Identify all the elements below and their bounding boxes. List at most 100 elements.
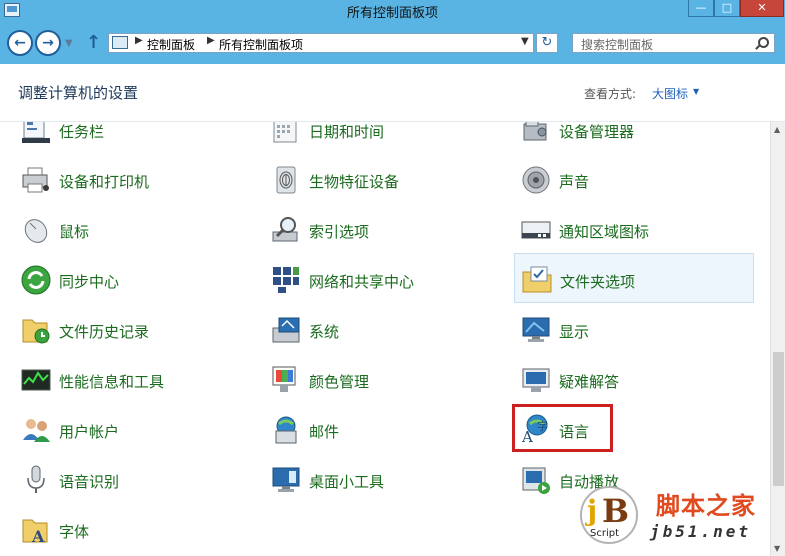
gadgets-icon xyxy=(272,467,300,492)
item-taskbar[interactable]: 任务栏 xyxy=(14,122,254,154)
item-label: 性能信息和工具 xyxy=(59,373,165,391)
item-color-management[interactable]: 颜色管理 xyxy=(264,358,504,404)
view-by-dropdown[interactable]: 大图标 xyxy=(652,85,688,102)
system-icon xyxy=(272,317,300,343)
item-label: 语音识别 xyxy=(59,473,120,491)
taskbar-icon xyxy=(22,122,50,143)
forward-button[interactable]: → xyxy=(35,30,61,56)
scroll-up-icon[interactable]: ▲ xyxy=(774,125,780,134)
item-sync-center[interactable]: 同步中心 xyxy=(14,258,254,304)
mail-icon xyxy=(275,416,297,444)
search-placeholder: 搜索控制面板 xyxy=(581,38,654,52)
item-date-time[interactable]: 日期和时间 xyxy=(264,122,504,154)
item-label: 网络和共享中心 xyxy=(309,273,415,291)
item-label: 通知区域图标 xyxy=(559,223,650,241)
up-button[interactable]: ↑ xyxy=(86,32,101,53)
fingerprint-icon xyxy=(276,166,296,194)
refresh-button[interactable]: ↻ xyxy=(536,33,558,53)
item-label: 疑难解答 xyxy=(559,373,620,391)
microphone-icon xyxy=(27,465,45,493)
maximize-icon: □ xyxy=(721,1,733,14)
item-label: 字体 xyxy=(59,523,90,541)
notification-area-icon xyxy=(521,221,551,239)
scrollbar-thumb[interactable] xyxy=(773,352,784,486)
breadcrumb-separator-icon[interactable]: ▶ xyxy=(207,35,215,46)
search-input[interactable]: 搜索控制面板 xyxy=(572,33,775,53)
item-user-accounts[interactable]: 用户帐户 xyxy=(14,408,254,454)
title-bar: 所有控制面板项 — □ ✕ xyxy=(0,0,785,22)
mouse-icon xyxy=(24,219,48,243)
search-icon[interactable] xyxy=(758,37,769,48)
refresh-icon: ↻ xyxy=(541,35,553,50)
sync-icon xyxy=(21,265,51,295)
svg-text:A: A xyxy=(521,428,533,444)
item-label: 同步中心 xyxy=(59,273,120,291)
close-button[interactable]: ✕ xyxy=(740,0,784,17)
font-icon: A xyxy=(22,519,48,546)
breadcrumb-separator-icon[interactable]: ▶ xyxy=(135,35,143,46)
arrow-right-icon: → xyxy=(42,35,54,51)
item-file-history[interactable]: 文件历史记录 xyxy=(14,308,254,354)
content-header: 调整计算机的设置 查看方式: 大图标 ▼ xyxy=(0,64,785,122)
svg-text:A: A xyxy=(31,527,45,546)
item-label: 生物特征设备 xyxy=(309,173,400,191)
window-title: 所有控制面板项 xyxy=(346,6,438,21)
item-device-manager[interactable]: 设备管理器 xyxy=(514,122,754,154)
item-label: 颜色管理 xyxy=(309,373,370,391)
breadcrumb-all-items[interactable]: 所有控制面板项 xyxy=(219,36,303,53)
item-label: 任务栏 xyxy=(59,123,105,141)
item-biometric-devices[interactable]: 生物特征设备 xyxy=(264,158,504,204)
item-label: 语言 xyxy=(559,423,590,441)
item-label: 日期和时间 xyxy=(309,123,385,141)
item-indexing-options[interactable]: 索引选项 xyxy=(264,208,504,254)
device-manager-icon xyxy=(523,122,547,141)
item-label: 声音 xyxy=(559,173,590,191)
caret-down-icon[interactable]: ▼ xyxy=(693,87,699,96)
recent-pages-dropdown[interactable]: ▼ xyxy=(65,38,73,49)
site-watermark: j B Script 脚本之家 jb51.net xyxy=(574,480,780,552)
color-management-icon xyxy=(272,366,296,392)
autoplay-icon xyxy=(522,467,550,494)
item-desktop-gadgets[interactable]: 桌面小工具 xyxy=(264,458,504,504)
item-label: 显示 xyxy=(559,323,590,341)
arrow-left-icon: ← xyxy=(14,35,26,51)
item-fonts[interactable]: A 字体 xyxy=(14,508,254,554)
item-sound[interactable]: 声音 xyxy=(514,158,754,204)
item-language[interactable]: A 字 语言 xyxy=(512,404,613,452)
file-history-icon xyxy=(22,319,50,344)
item-label: 索引选项 xyxy=(309,223,370,241)
item-folder-options[interactable]: 文件夹选项 xyxy=(514,253,754,303)
item-mail[interactable]: 邮件 xyxy=(264,408,504,454)
item-label: 用户帐户 xyxy=(59,423,120,441)
address-dropdown-icon[interactable]: ▼ xyxy=(521,36,529,47)
index-search-icon xyxy=(272,217,298,242)
item-network-sharing-center[interactable]: 网络和共享中心 xyxy=(264,258,504,304)
item-label: 邮件 xyxy=(309,423,340,441)
item-troubleshooting[interactable]: 疑难解答 xyxy=(514,358,754,404)
watermark-url: jb51.net xyxy=(650,522,752,541)
performance-icon xyxy=(21,369,51,391)
calendar-clock-icon xyxy=(273,122,297,143)
close-icon: ✕ xyxy=(757,1,767,14)
navigation-bar: ← → ▼ ↑ ▶ 控制面板 ▶ 所有控制面板项 ▼ ↻ 搜索控制面板 xyxy=(0,22,785,64)
item-display[interactable]: 显示 xyxy=(514,308,754,354)
watermark-site-name: 脚本之家 xyxy=(656,491,756,520)
item-label: 系统 xyxy=(309,323,340,341)
maximize-button[interactable]: □ xyxy=(714,0,740,17)
item-label: 文件历史记录 xyxy=(59,323,150,341)
breadcrumb-control-panel[interactable]: 控制面板 xyxy=(147,36,195,53)
item-speech-recognition[interactable]: 语音识别 xyxy=(14,458,254,504)
item-notification-area-icons[interactable]: 通知区域图标 xyxy=(514,208,754,254)
minimize-button[interactable]: — xyxy=(688,0,714,17)
address-bar[interactable]: ▶ 控制面板 ▶ 所有控制面板项 ▼ xyxy=(108,33,534,53)
item-devices-printers[interactable]: 设备和打印机 xyxy=(14,158,254,204)
item-performance-info-tools[interactable]: 性能信息和工具 xyxy=(14,358,254,404)
network-icon xyxy=(273,267,299,293)
view-by-label: 查看方式: xyxy=(584,87,637,101)
item-system[interactable]: 系统 xyxy=(264,308,504,354)
troubleshooting-icon xyxy=(522,368,550,392)
svg-text:字: 字 xyxy=(537,419,548,433)
item-mouse[interactable]: 鼠标 xyxy=(14,208,254,254)
back-button[interactable]: ← xyxy=(7,30,33,56)
arrow-up-icon: ↑ xyxy=(86,32,102,53)
